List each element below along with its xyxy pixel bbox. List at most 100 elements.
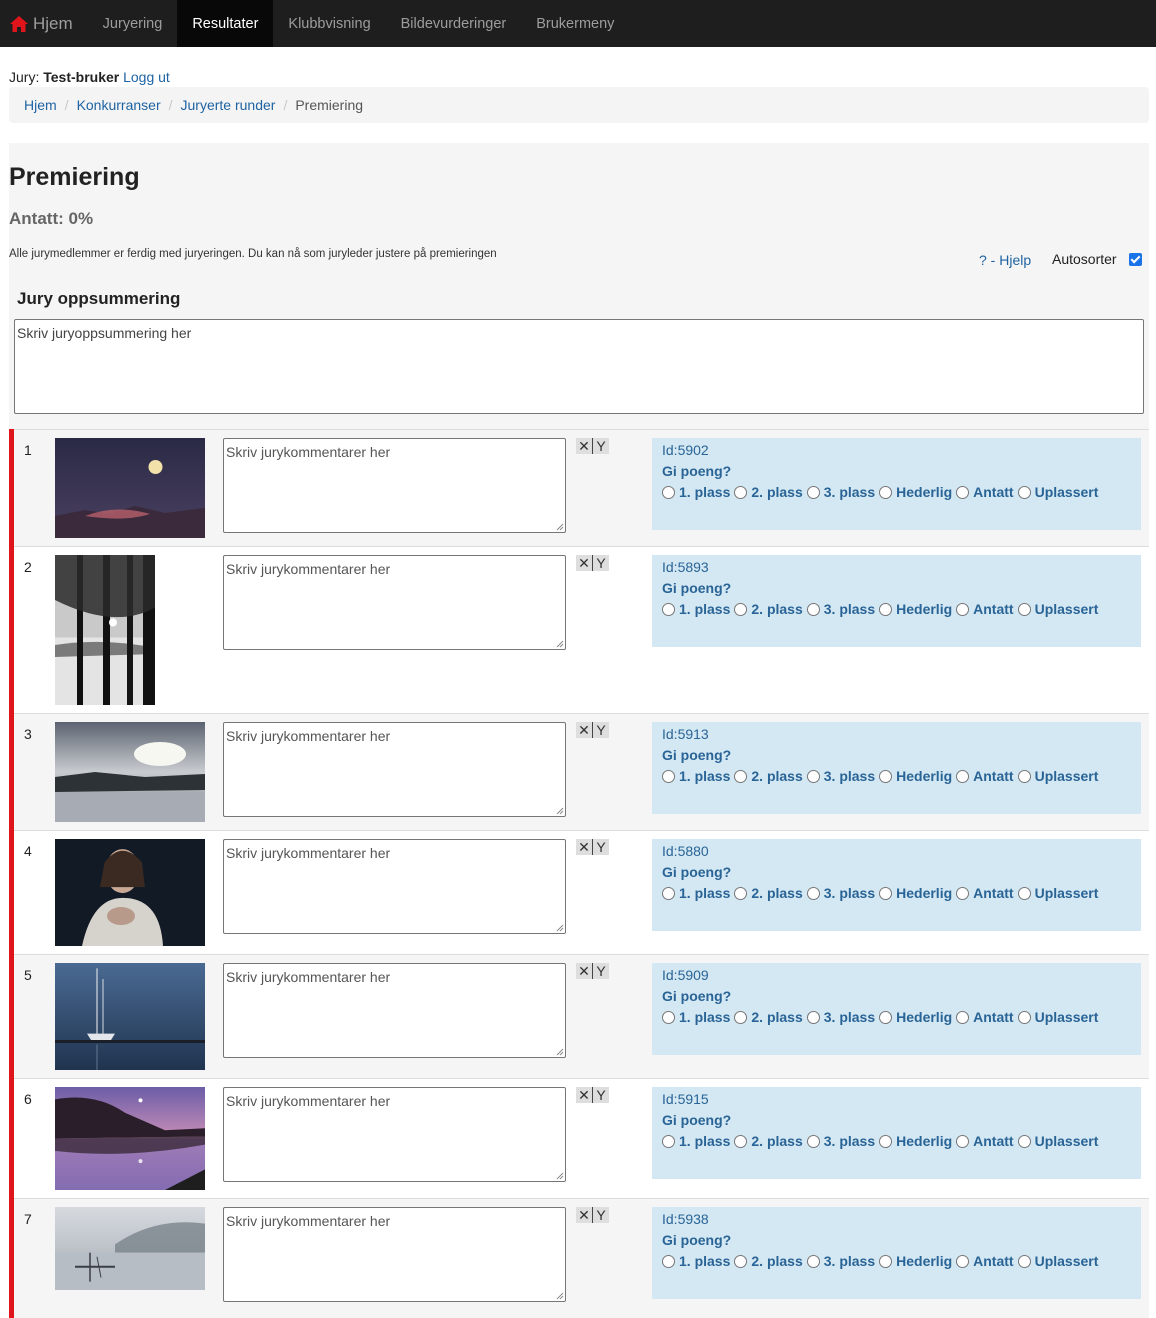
placement-radio[interactable]	[1017, 1254, 1031, 1268]
placement-option[interactable]: 3. plass	[806, 768, 875, 784]
entry-thumbnail[interactable]	[55, 963, 205, 1070]
placement-option[interactable]: 1. plass	[662, 885, 730, 901]
placement-option[interactable]: 2. plass	[734, 1133, 803, 1149]
help-link[interactable]: ? - Hjelp	[979, 252, 1031, 268]
placement-option[interactable]: 2. plass	[734, 885, 803, 901]
placement-radio[interactable]	[662, 602, 675, 616]
x-button[interactable]: ✕	[576, 438, 593, 454]
placement-radio[interactable]	[1017, 485, 1031, 499]
placement-option[interactable]: Uplassert	[1017, 601, 1098, 617]
placement-radio[interactable]	[662, 1254, 675, 1268]
placement-option[interactable]: Hederlig	[879, 601, 952, 617]
placement-option[interactable]: Hederlig	[879, 768, 952, 784]
placement-radio[interactable]	[879, 1010, 893, 1024]
placement-radio[interactable]	[806, 1254, 820, 1268]
placement-radio[interactable]	[956, 769, 970, 783]
placement-option[interactable]: Hederlig	[879, 1253, 952, 1269]
resize-grip-icon[interactable]	[556, 1172, 564, 1180]
placement-option[interactable]: 1. plass	[662, 768, 730, 784]
placement-radio[interactable]	[879, 769, 893, 783]
placement-radio[interactable]	[956, 1254, 970, 1268]
placement-option[interactable]: Antatt	[956, 768, 1014, 784]
y-button[interactable]: Y	[593, 963, 609, 979]
placement-radio[interactable]	[734, 602, 748, 616]
placement-radio[interactable]	[734, 1254, 748, 1268]
entry-thumbnail[interactable]	[55, 1207, 205, 1290]
x-button[interactable]: ✕	[576, 839, 593, 855]
placement-option[interactable]: Antatt	[956, 601, 1014, 617]
resize-grip-icon[interactable]	[556, 924, 564, 932]
resize-grip-icon[interactable]	[556, 640, 564, 648]
x-button[interactable]: ✕	[576, 1087, 593, 1103]
placement-radio[interactable]	[956, 485, 970, 499]
placement-radio[interactable]	[734, 1010, 748, 1024]
resize-grip-icon[interactable]	[556, 807, 564, 815]
placement-option[interactable]: 2. plass	[734, 1009, 803, 1025]
placement-option[interactable]: Uplassert	[1017, 1133, 1098, 1149]
jury-comment-textarea[interactable]: Skriv jurykommentarer her	[223, 438, 566, 533]
placement-option[interactable]: 1. plass	[662, 484, 730, 500]
placement-option[interactable]: Antatt	[956, 885, 1014, 901]
placement-radio[interactable]	[734, 769, 748, 783]
placement-option[interactable]: 2. plass	[734, 1253, 803, 1269]
entry-thumbnail[interactable]	[55, 1087, 205, 1190]
placement-radio[interactable]	[879, 1254, 893, 1268]
placement-radio[interactable]	[879, 1134, 893, 1148]
jury-comment-textarea[interactable]: Skriv jurykommentarer her	[223, 722, 566, 817]
jury-comment-textarea[interactable]: Skriv jurykommentarer her	[223, 839, 566, 934]
placement-option[interactable]: Uplassert	[1017, 1253, 1098, 1269]
nav-resultater[interactable]: Resultater	[177, 0, 274, 47]
x-button[interactable]: ✕	[576, 1207, 593, 1223]
y-button[interactable]: Y	[593, 1087, 609, 1103]
placement-option[interactable]: 1. plass	[662, 601, 730, 617]
autosort-checkbox[interactable]	[1128, 252, 1142, 266]
brand-home-link[interactable]: Hjem	[0, 0, 88, 47]
placement-radio[interactable]	[956, 1134, 970, 1148]
placement-radio[interactable]	[1017, 886, 1031, 900]
placement-option[interactable]: 2. plass	[734, 768, 803, 784]
placement-radio[interactable]	[1017, 1134, 1031, 1148]
breadcrumb-hjem[interactable]: Hjem	[24, 97, 57, 113]
y-button[interactable]: Y	[593, 438, 609, 454]
placement-option[interactable]: Uplassert	[1017, 484, 1098, 500]
nav-klubbvisning[interactable]: Klubbvisning	[273, 0, 385, 47]
placement-radio[interactable]	[879, 485, 893, 499]
jury-comment-textarea[interactable]: Skriv jurykommentarer her	[223, 1087, 566, 1182]
jury-summary-textarea[interactable]: Skriv juryoppsummering her	[14, 319, 1144, 414]
placement-option[interactable]: Antatt	[956, 1009, 1014, 1025]
placement-radio[interactable]	[734, 485, 748, 499]
nav-juryering[interactable]: Juryering	[88, 0, 178, 47]
placement-radio[interactable]	[806, 485, 820, 499]
y-button[interactable]: Y	[593, 1207, 609, 1223]
placement-option[interactable]: 3. plass	[806, 601, 875, 617]
placement-radio[interactable]	[879, 886, 893, 900]
placement-radio[interactable]	[1017, 769, 1031, 783]
placement-radio[interactable]	[806, 602, 820, 616]
placement-radio[interactable]	[956, 1010, 970, 1024]
y-button[interactable]: Y	[593, 555, 609, 571]
placement-radio[interactable]	[1017, 602, 1031, 616]
placement-option[interactable]: 3. plass	[806, 1009, 875, 1025]
placement-radio[interactable]	[734, 886, 748, 900]
placement-option[interactable]: 1. plass	[662, 1253, 730, 1269]
placement-option[interactable]: Hederlig	[879, 885, 952, 901]
y-button[interactable]: Y	[593, 722, 609, 738]
placement-option[interactable]: 1. plass	[662, 1133, 730, 1149]
placement-radio[interactable]	[662, 769, 675, 783]
placement-radio[interactable]	[662, 485, 675, 499]
placement-radio[interactable]	[1017, 1010, 1031, 1024]
breadcrumb-juryerte-runder[interactable]: Juryerte runder	[181, 97, 276, 113]
placement-option[interactable]: 3. plass	[806, 885, 875, 901]
placement-radio[interactable]	[956, 886, 970, 900]
placement-radio[interactable]	[734, 1134, 748, 1148]
breadcrumb-konkurranser[interactable]: Konkurranser	[77, 97, 161, 113]
nav-brukermeny[interactable]: Brukermeny	[521, 0, 629, 47]
jury-comment-textarea[interactable]: Skriv jurykommentarer her	[223, 1207, 566, 1302]
placement-option[interactable]: Antatt	[956, 484, 1014, 500]
placement-option[interactable]: Hederlig	[879, 1133, 952, 1149]
placement-option[interactable]: Hederlig	[879, 484, 952, 500]
entry-thumbnail[interactable]	[55, 438, 205, 538]
x-button[interactable]: ✕	[576, 555, 593, 571]
placement-option[interactable]: Uplassert	[1017, 768, 1098, 784]
placement-option[interactable]: Uplassert	[1017, 885, 1098, 901]
